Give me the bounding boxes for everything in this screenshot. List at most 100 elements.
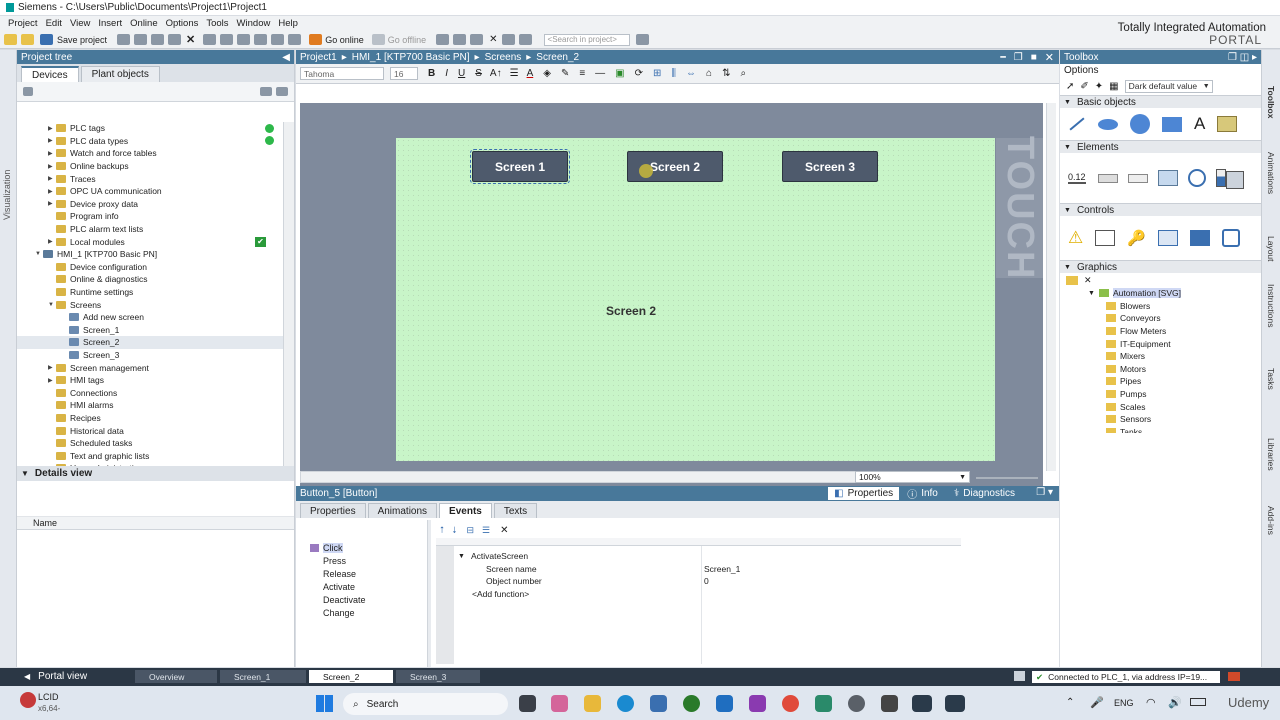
- tree-item[interactable]: Online & diagnostics: [17, 273, 283, 286]
- rectangle-icon[interactable]: [1162, 116, 1182, 132]
- paint-icon[interactable]: ✐: [1080, 81, 1088, 92]
- event-activate[interactable]: Activate: [310, 580, 426, 593]
- menu-tools[interactable]: Tools: [206, 18, 228, 29]
- tab-plant-objects[interactable]: Plant objects: [80, 66, 160, 82]
- go-offline-icon[interactable]: [371, 34, 385, 45]
- wifi-icon[interactable]: ◠: [1146, 696, 1156, 709]
- section-controls[interactable]: ▼ Controls: [1060, 203, 1261, 216]
- graphics-folder-item[interactable]: Blowers: [1060, 300, 1261, 313]
- breadcrumb-project[interactable]: Project1: [300, 52, 337, 63]
- bottom-tab-screen-3[interactable]: Screen_3: [396, 670, 480, 683]
- close-icon[interactable]: ✕: [1045, 51, 1054, 64]
- tree-item[interactable]: ▼ HMI_1 [KTP700 Basic PN]: [17, 248, 283, 261]
- italic-icon[interactable]: I: [445, 68, 448, 79]
- collapsed-arrow-icon[interactable]: ▶: [48, 238, 56, 245]
- ellipse-icon[interactable]: [1098, 118, 1118, 130]
- breadcrumb-hmi[interactable]: HMI_1 [KTP700 Basic PN]: [352, 52, 470, 63]
- add-ins-side-tab[interactable]: Add-ins: [1266, 506, 1276, 535]
- menu-help[interactable]: Help: [278, 18, 298, 29]
- tree-item[interactable]: ▶ HMI tags: [17, 374, 283, 387]
- user-view-icon[interactable]: 🔑: [1127, 229, 1146, 247]
- graphics-folder-item[interactable]: Conveyors: [1060, 312, 1261, 325]
- editor-hscroll[interactable]: [300, 471, 860, 483]
- details-view-header[interactable]: ▼ Details view: [17, 466, 294, 481]
- stop-cpu-icon[interactable]: [470, 34, 484, 45]
- cut-icon[interactable]: [134, 34, 148, 45]
- collapsed-arrow-icon[interactable]: ▶: [48, 175, 56, 182]
- delete-icon[interactable]: ✕: [186, 33, 195, 46]
- pointer-icon[interactable]: ➚: [1066, 81, 1074, 92]
- graphics-folder-item[interactable]: Pipes: [1060, 375, 1261, 388]
- volume-icon[interactable]: 🔊: [1168, 696, 1182, 709]
- windows-start-icon[interactable]: [316, 695, 333, 712]
- search-in-project-input[interactable]: <Search in project>: [543, 33, 630, 46]
- simulation-icon[interactable]: [288, 34, 302, 45]
- menu-options[interactable]: Options: [166, 18, 199, 29]
- menu-edit[interactable]: Edit: [46, 18, 62, 29]
- inspector-tab-properties[interactable]: ◧ Properties: [828, 487, 900, 500]
- graphics-folder-item[interactable]: Sensors: [1060, 413, 1261, 426]
- overview-icon[interactable]: [260, 87, 272, 96]
- underline-icon[interactable]: U: [458, 68, 465, 79]
- text-field-icon[interactable]: A: [1194, 114, 1205, 134]
- plcsim-icon[interactable]: [945, 695, 965, 712]
- tree-scrollbar[interactable]: [283, 122, 294, 466]
- same-size-icon[interactable]: ⇔: [686, 68, 696, 79]
- tree-item[interactable]: Text and graphic lists: [17, 449, 283, 462]
- graphics-root[interactable]: ▼ Automation [SVG]: [1060, 287, 1261, 300]
- tree-item[interactable]: ▶ Watch and force tables: [17, 147, 283, 160]
- graphics-folder-item[interactable]: IT-Equipment: [1060, 337, 1261, 350]
- line-style-icon[interactable]: —: [595, 68, 605, 79]
- circle-icon[interactable]: [1130, 114, 1150, 134]
- tree-item[interactable]: Scheduled tasks: [17, 437, 283, 450]
- add-row-icon[interactable]: ☰: [482, 525, 490, 536]
- paste-icon[interactable]: [168, 34, 182, 45]
- breadcrumb-screens[interactable]: Screens: [485, 52, 522, 63]
- switch-icon[interactable]: [1225, 171, 1244, 189]
- tree-item[interactable]: Device configuration: [17, 261, 283, 274]
- upload-icon[interactable]: [271, 34, 285, 45]
- align-icon[interactable]: ☰: [510, 68, 519, 79]
- tree-item[interactable]: Screen_2: [17, 336, 283, 349]
- line-color-icon[interactable]: ✎: [561, 68, 569, 79]
- event-change[interactable]: Change: [310, 606, 426, 619]
- tree-item[interactable]: ▶ Screen management: [17, 361, 283, 374]
- weather-icon[interactable]: [20, 692, 36, 708]
- bottom-tab-overview[interactable]: Overview: [135, 670, 217, 683]
- weather-label[interactable]: LCID: [38, 692, 59, 702]
- bottom-tab-screen-1[interactable]: Screen_1: [220, 670, 306, 683]
- section-basic-objects[interactable]: ▼ Basic objects: [1060, 95, 1261, 108]
- store-icon[interactable]: [650, 695, 667, 712]
- chrome-icon[interactable]: [782, 695, 799, 712]
- animations-side-tab[interactable]: Animations: [1266, 152, 1276, 194]
- tree-item[interactable]: HMI alarms: [17, 399, 283, 412]
- download-icon[interactable]: [254, 34, 268, 45]
- style-select[interactable]: Dark default value ▼: [1124, 79, 1213, 93]
- graphics-folder-item[interactable]: Pumps: [1060, 388, 1261, 401]
- insert-row-icon[interactable]: ⊟: [466, 525, 474, 536]
- graphic-io-icon[interactable]: [1157, 170, 1178, 186]
- move-up-icon[interactable]: ⭡: [440, 525, 444, 536]
- recorder-icon[interactable]: [749, 695, 766, 712]
- print-icon[interactable]: [117, 34, 131, 45]
- inspector-tab-diagnostics[interactable]: ⚕ Diagnostics: [946, 487, 1023, 500]
- compile-icon[interactable]: [237, 34, 251, 45]
- layer-icon[interactable]: ⌂: [706, 68, 712, 79]
- layout-side-tab[interactable]: Layout: [1266, 236, 1276, 262]
- app-icon[interactable]: [815, 695, 832, 712]
- file-explorer-icon[interactable]: [584, 695, 601, 712]
- strikethrough-icon[interactable]: S: [475, 68, 482, 79]
- tree-item[interactable]: ▶ Online backups: [17, 160, 283, 173]
- tasks-side-tab[interactable]: Tasks: [1266, 368, 1276, 390]
- delete-row-icon[interactable]: ✕: [500, 525, 508, 536]
- close-x-icon[interactable]: ✕: [489, 34, 497, 45]
- collapsed-arrow-icon[interactable]: ▶: [48, 137, 56, 144]
- events-divider[interactable]: [427, 520, 431, 667]
- tree-item[interactable]: ▼ Screens: [17, 298, 283, 311]
- tab-properties[interactable]: Properties: [300, 503, 366, 518]
- xbox-icon[interactable]: [683, 695, 700, 712]
- tab-events[interactable]: Events: [439, 503, 492, 518]
- hmi-screen[interactable]: Screen 1 Screen 2 Screen 3 Screen 2: [396, 138, 995, 461]
- section-graphics[interactable]: ▼ Graphics: [1060, 260, 1261, 273]
- save-project-button[interactable]: Save project: [57, 35, 107, 45]
